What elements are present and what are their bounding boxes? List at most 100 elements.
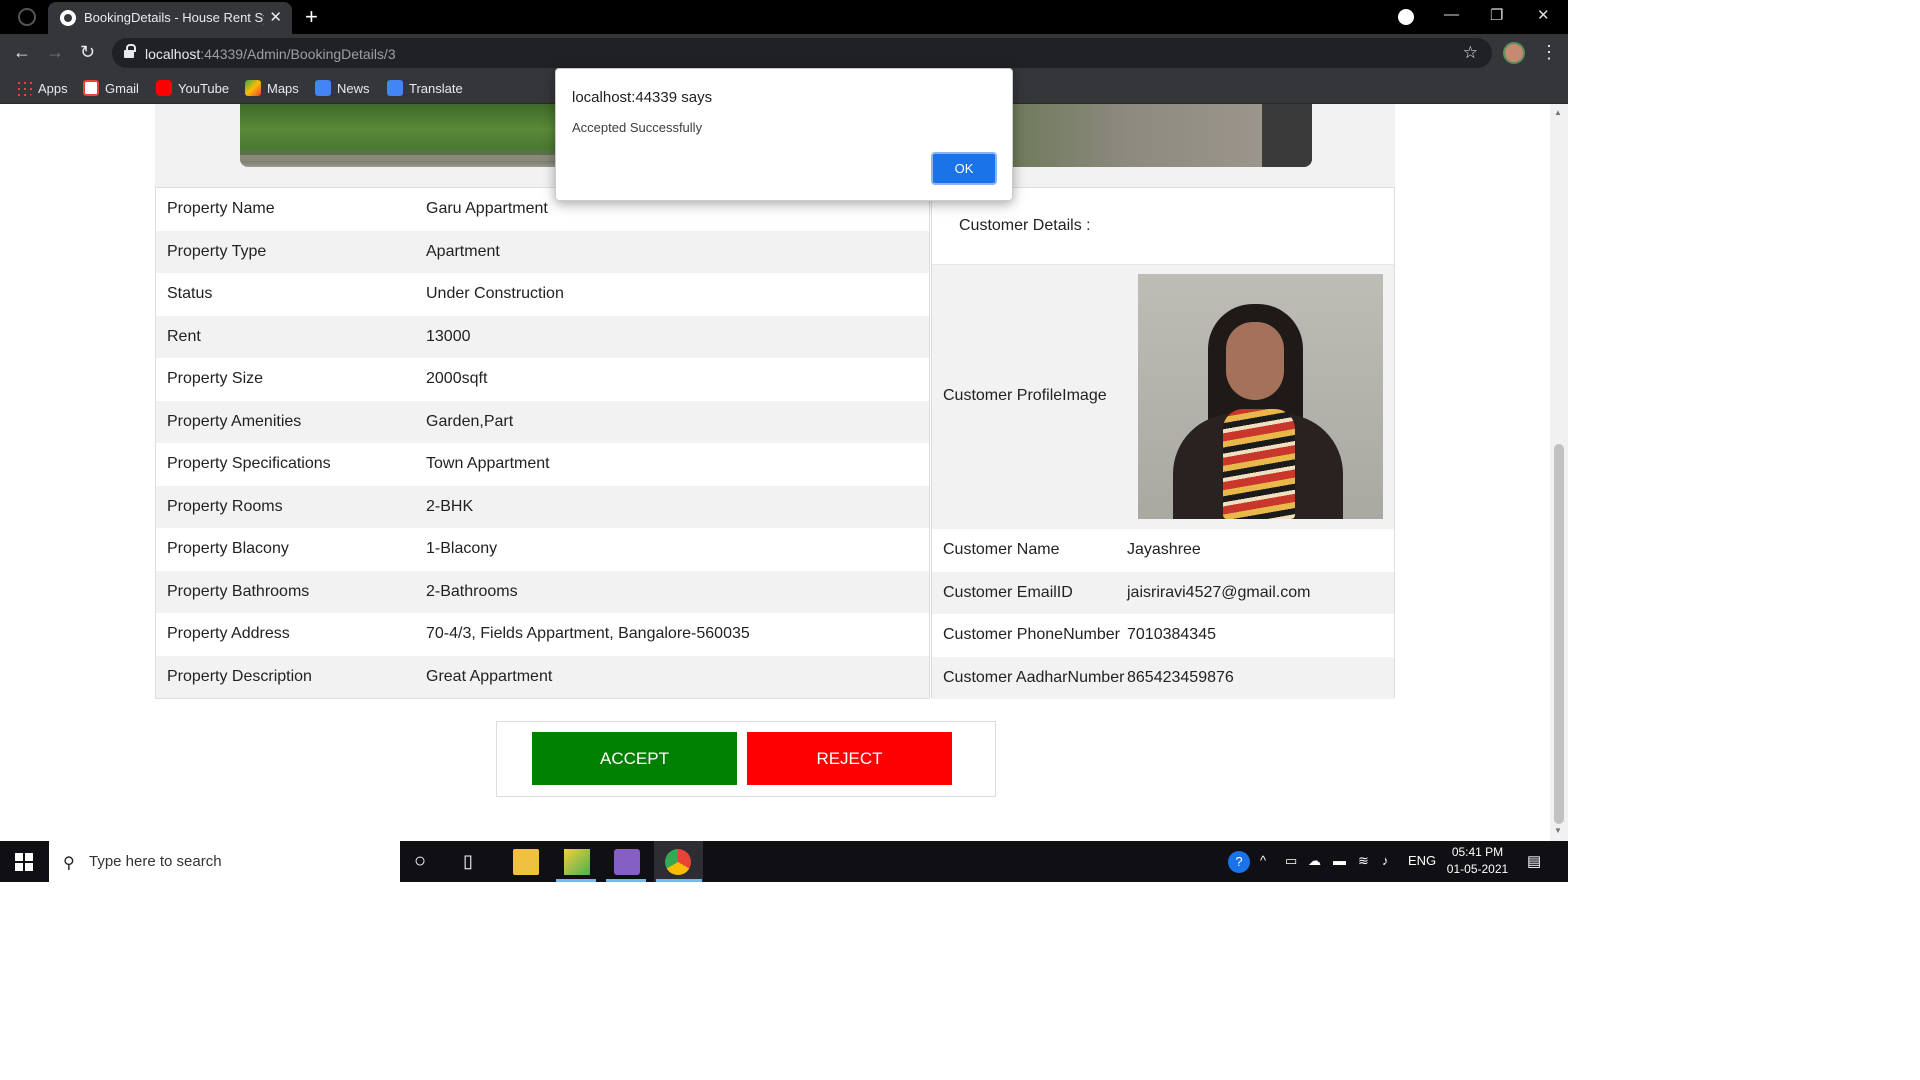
alert-dialog: localhost:44339 says Accepted Successful…: [555, 68, 1013, 201]
page-content: Property Name Garu Appartment Property Typ…: [0, 104, 1550, 841]
bookmark-maps[interactable]: Maps: [245, 79, 299, 97]
property-row: Property Specifications Town Appartment: [156, 443, 929, 486]
wifi-icon[interactable]: ≋: [1358, 853, 1369, 869]
bookmark-star-icon[interactable]: ☆: [1463, 43, 1478, 63]
lock-icon[interactable]: [124, 44, 136, 58]
github-icon[interactable]: [18, 8, 36, 26]
customer-row: Customer PhoneNumber 7010384345: [932, 614, 1394, 657]
property-details-table: Property Name Garu Appartment Property Typ…: [155, 187, 930, 699]
customer-profile-photo: [1138, 274, 1383, 519]
property-row: Property Type Apartment: [156, 230, 929, 273]
customer-details-panel: Customer Details : Customer ProfileImage…: [931, 187, 1395, 699]
alert-ok-button[interactable]: OK: [931, 152, 997, 185]
customer-row: Customer AadharNumber 865423459876: [932, 656, 1394, 699]
customer-row: Customer EmailID jaisriravi4527@gmail.com: [932, 571, 1394, 614]
property-value: Apartment: [426, 242, 500, 260]
property-value: Great Appartment: [426, 667, 553, 685]
address-bar[interactable]: localhost:44339/Admin/BookingDetails/3 ☆: [112, 38, 1492, 68]
meet-icon[interactable]: ▭: [1285, 853, 1297, 869]
taskbar-search-placeholder: Type here to search: [89, 853, 222, 870]
property-label: Property Description: [167, 667, 312, 685]
clock-time: 05:41 PM: [1451, 845, 1504, 859]
scroll-up-icon[interactable]: ▲: [1554, 108, 1562, 117]
page-scrollbar[interactable]: ▲ ▼: [1550, 104, 1568, 841]
notifications-icon[interactable]: ▤: [1527, 852, 1541, 870]
browser-tab[interactable]: BookingDetails - House Rent Syst ✕: [48, 2, 292, 34]
battery-icon[interactable]: ▬: [1333, 853, 1346, 868]
property-row: Rent 13000: [156, 315, 929, 358]
tab-title: BookingDetails - House Rent Syst: [84, 10, 264, 25]
taskbar-clock[interactable]: 05:41 PM 01-05-2021: [1440, 844, 1515, 878]
property-label: Property Rooms: [167, 497, 283, 515]
customer-value: 7010384345: [1127, 626, 1216, 644]
back-icon[interactable]: ←: [13, 42, 31, 63]
accept-button[interactable]: ACCEPT: [532, 732, 737, 785]
apps-grid-icon: [16, 80, 32, 96]
forward-icon[interactable]: →: [46, 42, 64, 63]
alert-title: localhost:44339 says: [572, 89, 713, 106]
app-icon[interactable]: [564, 849, 590, 875]
property-value: 70-4/3, Fields Appartment, Bangalore-560…: [426, 625, 750, 643]
bookmark-apps[interactable]: Apps: [16, 79, 68, 97]
globe-icon: [60, 10, 76, 26]
reload-icon[interactable]: ↻: [80, 42, 95, 63]
property-row: Property Amenities Garden,Part: [156, 400, 929, 443]
property-value: 2-Bathrooms: [426, 582, 518, 600]
property-row: Property Description Great Appartment: [156, 655, 929, 698]
customer-value: 865423459876: [1127, 668, 1234, 686]
property-value: 1-Blacony: [426, 540, 498, 558]
browser-titlebar: BookingDetails - House Rent Syst ✕ + — ❐…: [0, 0, 1568, 34]
language-indicator[interactable]: ENG: [1408, 853, 1436, 868]
browser-menu-icon[interactable]: ⋮: [1540, 42, 1558, 63]
windows-taskbar: ⚲ Type here to search ○ ▯ ? ^ ▭ ☁ ▬ ≋ ♪ …: [0, 841, 1568, 882]
property-label: Rent: [167, 327, 201, 345]
help-icon[interactable]: ?: [1228, 851, 1250, 873]
youtube-icon: [156, 80, 172, 96]
chrome-icon[interactable]: [665, 849, 691, 875]
property-label: Property Type: [167, 242, 267, 260]
close-tab-icon[interactable]: ✕: [269, 8, 282, 26]
property-value: Under Construction: [426, 285, 564, 303]
file-explorer-icon[interactable]: [513, 849, 539, 875]
customer-row: Customer Name Jayashree: [932, 529, 1394, 572]
minimize-icon[interactable]: —: [1444, 6, 1459, 23]
bookmark-gmail[interactable]: Gmail: [83, 79, 139, 97]
window-close-icon[interactable]: ✕: [1537, 6, 1550, 24]
cortana-icon[interactable]: ○: [414, 850, 440, 876]
profile-avatar[interactable]: [1503, 42, 1525, 64]
property-value: 2-BHK: [426, 497, 474, 515]
property-row: Property Rooms 2-BHK: [156, 485, 929, 528]
property-label: Property Amenities: [167, 412, 302, 430]
customer-image-label: Customer ProfileImage: [943, 387, 1107, 404]
property-row: Property Address 70-4/3, Fields Appartmen…: [156, 613, 929, 656]
bookmark-news[interactable]: News: [315, 79, 370, 97]
url-text[interactable]: localhost:44339/Admin/BookingDetails/3: [145, 46, 396, 62]
browser-toolbar: ← → ↻ localhost:44339/Admin/BookingDetai…: [0, 34, 1568, 72]
reject-button[interactable]: REJECT: [747, 732, 952, 785]
customer-value: jaisriravi4527@gmail.com: [1127, 583, 1311, 601]
scrollbar-thumb[interactable]: [1554, 444, 1564, 824]
search-icon: ⚲: [63, 855, 75, 872]
taskbar-search-box[interactable]: ⚲ Type here to search: [49, 841, 400, 882]
gmail-icon: [83, 80, 99, 96]
bookmark-translate[interactable]: Translate: [387, 79, 463, 97]
visual-studio-icon[interactable]: [614, 849, 640, 875]
windows-start-icon[interactable]: [15, 853, 33, 871]
property-label: Property Bathrooms: [167, 582, 310, 600]
customer-label: Customer AadharNumber: [943, 668, 1125, 686]
restore-icon[interactable]: ❐: [1490, 6, 1503, 24]
new-tab-button[interactable]: +: [305, 4, 318, 30]
bookmark-youtube[interactable]: YouTube: [156, 79, 229, 97]
task-view-icon[interactable]: ▯: [463, 851, 489, 877]
property-label: Property Address: [167, 625, 290, 643]
customer-label: Customer PhoneNumber: [943, 626, 1120, 644]
onedrive-icon[interactable]: ☁: [1308, 853, 1321, 869]
property-value: 2000sqft: [426, 370, 488, 388]
tray-chevron-icon[interactable]: ^: [1260, 853, 1266, 868]
customer-label: Customer EmailID: [943, 583, 1073, 601]
scroll-down-icon[interactable]: ▼: [1554, 826, 1562, 835]
volume-icon[interactable]: ♪: [1382, 853, 1389, 868]
tab-search-icon[interactable]: [1398, 9, 1414, 25]
property-row: Property Bathrooms 2-Bathrooms: [156, 570, 929, 613]
property-label: Status: [167, 285, 213, 303]
